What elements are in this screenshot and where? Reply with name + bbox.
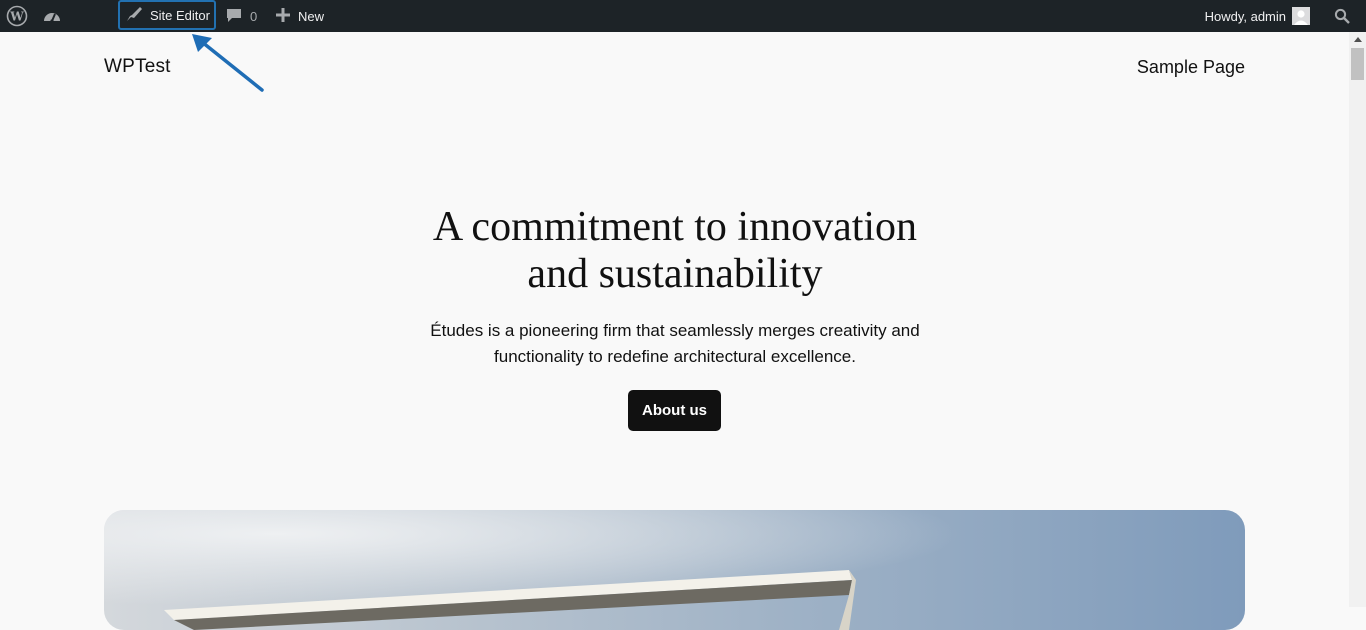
site-editor-label: Site Editor xyxy=(150,7,210,23)
nav-item-sample-page[interactable]: Sample Page xyxy=(1137,57,1245,78)
plus-icon xyxy=(276,7,290,25)
new-content-button[interactable]: New xyxy=(276,0,324,32)
annotation-arrow xyxy=(192,34,264,92)
comments-button[interactable]: 0 xyxy=(226,0,257,32)
avatar-icon xyxy=(1292,7,1310,25)
page-scrollbar[interactable] xyxy=(1349,32,1366,607)
scrollbar-thumb[interactable] xyxy=(1351,48,1364,80)
hero-image xyxy=(104,510,1245,630)
scroll-up-arrow-icon[interactable] xyxy=(1349,32,1366,46)
site-title[interactable]: WPTest xyxy=(104,56,171,78)
hero-heading: A commitment to innovation and sustainab… xyxy=(383,204,967,298)
hero-description-line-2: functionality to redefine architectural … xyxy=(494,347,856,366)
hero-description-line-1: Études is a pioneering firm that seamles… xyxy=(430,321,920,340)
hero-heading-line-2: and sustainability xyxy=(527,251,823,297)
new-label: New xyxy=(298,8,325,24)
comment-icon xyxy=(226,7,242,26)
hero-heading-line-1: A commitment to innovation xyxy=(432,204,918,250)
about-us-button[interactable]: About us xyxy=(628,390,721,431)
account-menu[interactable]: Howdy, admin xyxy=(1205,0,1310,32)
svg-text:W: W xyxy=(9,10,24,24)
wordpress-logo-icon[interactable]: W xyxy=(6,0,28,32)
comments-count: 0 xyxy=(250,8,258,24)
hero-description: Études is a pioneering firm that seamles… xyxy=(405,318,945,370)
search-icon[interactable] xyxy=(1334,0,1350,32)
howdy-label: Howdy, admin xyxy=(1204,8,1286,24)
dashboard-icon[interactable] xyxy=(42,0,62,32)
site-editor-button[interactable]: Site Editor xyxy=(118,0,216,30)
brush-icon xyxy=(126,6,144,25)
admin-bar: W Site Editor 0 New Howdy, admin xyxy=(0,0,1366,32)
